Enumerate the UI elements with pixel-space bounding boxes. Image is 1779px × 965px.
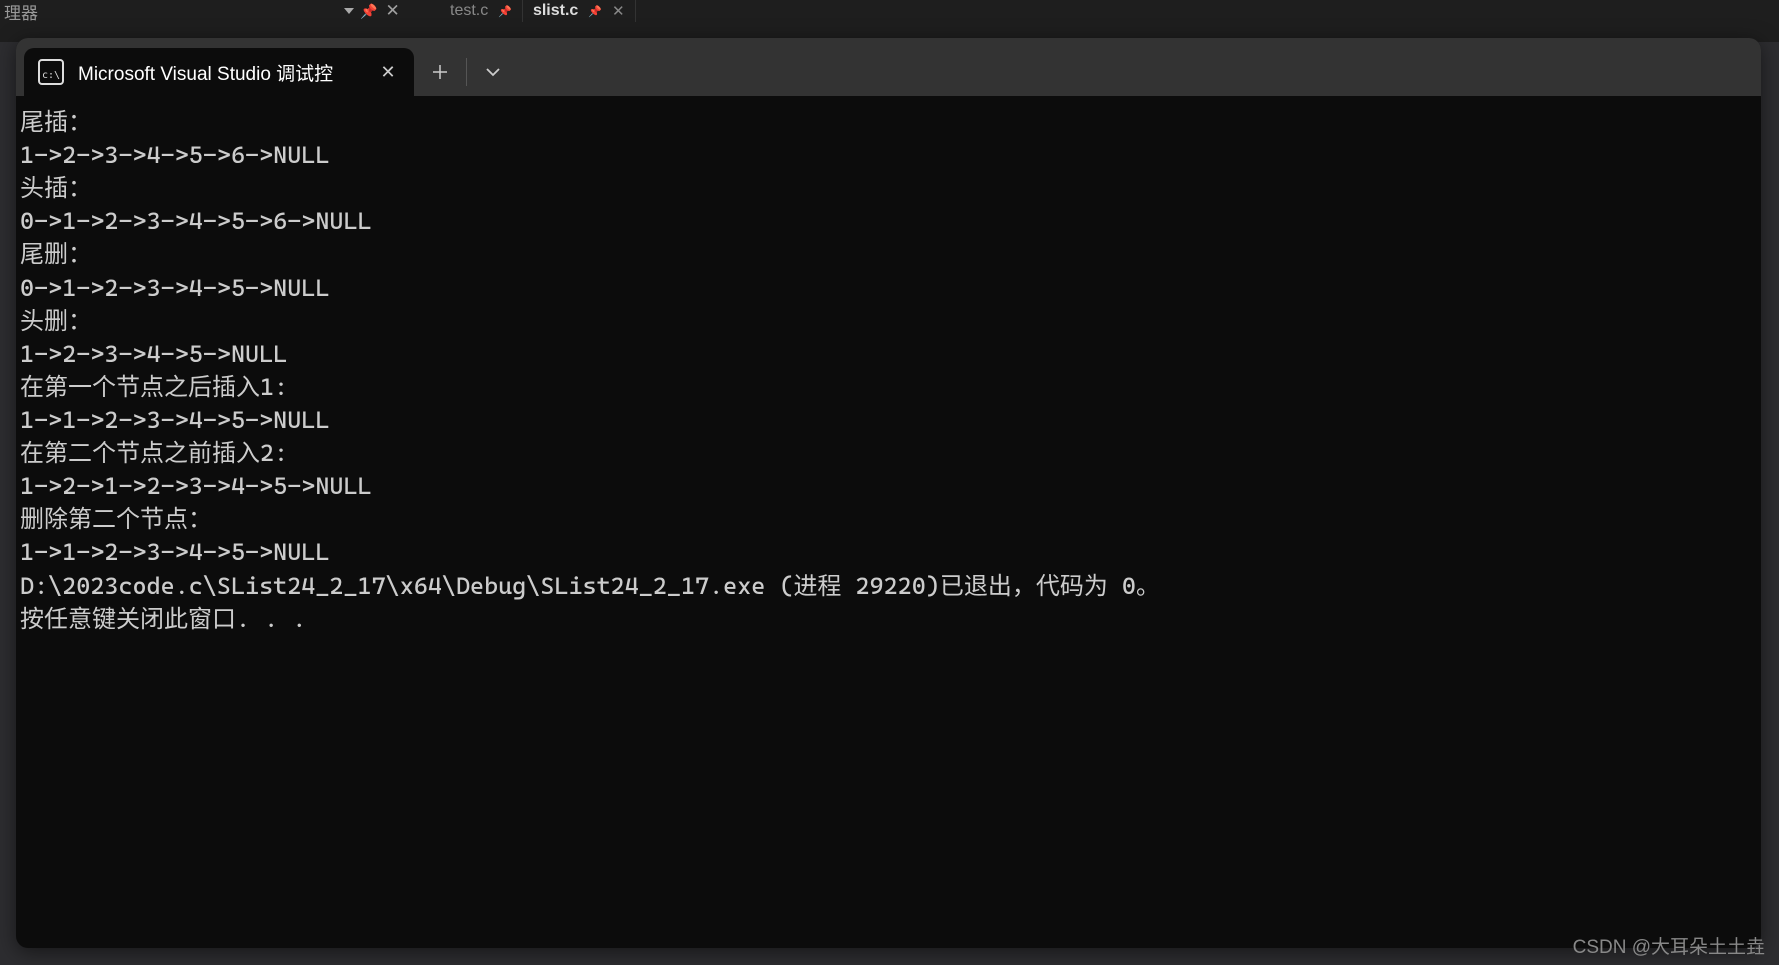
output-line: 按任意键关闭此窗口. . . <box>20 605 306 633</box>
output-line: 尾插： <box>20 108 92 136</box>
terminal-icon: c:\ <box>38 59 64 85</box>
terminal-tabbar: c:\ Microsoft Visual Studio 调试控 ✕ <box>16 38 1761 96</box>
ide-top-bar: 理器 <box>0 0 1779 22</box>
new-tab-button[interactable] <box>414 48 466 96</box>
output-line: 在第一个节点之后插入1: <box>20 373 288 401</box>
terminal-icon-glyph: c:\ <box>42 71 60 81</box>
pin-icon[interactable]: 📌 <box>588 5 602 18</box>
close-icon[interactable]: ✕ <box>612 2 625 20</box>
tab-label: slist.c <box>533 2 578 20</box>
plus-icon <box>431 63 449 81</box>
watermark: CSDN @大耳朵土土垚 <box>1573 932 1765 959</box>
dropdown-icon[interactable] <box>344 8 354 14</box>
output-line: 在第二个节点之前插入2: <box>20 439 288 467</box>
pin-icon[interactable]: 📌 <box>360 3 377 20</box>
tab-label: test.c <box>450 2 488 20</box>
panel-label: 理器 <box>2 0 38 24</box>
terminal-tab-title: Microsoft Visual Studio 调试控 <box>78 59 362 86</box>
output-line: 1->1->2->3->4->5->NULL <box>20 406 329 434</box>
output-line: 1->2->3->4->5->6->NULL <box>20 141 329 169</box>
tab-slist-c[interactable]: slist.c 📌 ✕ <box>523 0 636 22</box>
output-line: 尾删： <box>20 240 92 268</box>
output-line: 0->1->2->3->4->5->NULL <box>20 274 329 302</box>
tab-dropdown-button[interactable] <box>467 48 519 96</box>
tab-test-c[interactable]: test.c 📌 <box>440 0 523 22</box>
output-line: 删除第二个节点： <box>20 505 212 533</box>
terminal-tab[interactable]: c:\ Microsoft Visual Studio 调试控 ✕ <box>24 48 414 96</box>
output-line: 1->1->2->3->4->5->NULL <box>20 538 329 566</box>
output-line: 头删： <box>20 307 92 335</box>
chevron-down-icon <box>485 67 501 77</box>
close-icon[interactable]: ✕ <box>376 60 400 84</box>
output-line: D:\2023code.c\SList24_2_17\x64\Debug\SLi… <box>20 572 1160 600</box>
output-line: 1->2->1->2->3->4->5->NULL <box>20 472 372 500</box>
panel-controls: 📌 ✕ <box>344 0 400 22</box>
output-line: 0->1->2->3->4->5->6->NULL <box>20 207 372 235</box>
pin-icon[interactable]: 📌 <box>498 5 512 18</box>
code-tabs: test.c 📌 slist.c 📌 ✕ <box>440 0 636 22</box>
close-icon[interactable]: ✕ <box>385 1 399 21</box>
output-line: 头插： <box>20 174 92 202</box>
terminal-output: 尾插： 1->2->3->4->5->6->NULL 头插： 0->1->2->… <box>16 96 1761 646</box>
tab-actions <box>414 48 519 96</box>
terminal-window: c:\ Microsoft Visual Studio 调试控 ✕ 尾插： 1-… <box>16 38 1761 948</box>
output-line: 1->2->3->4->5->NULL <box>20 340 287 368</box>
